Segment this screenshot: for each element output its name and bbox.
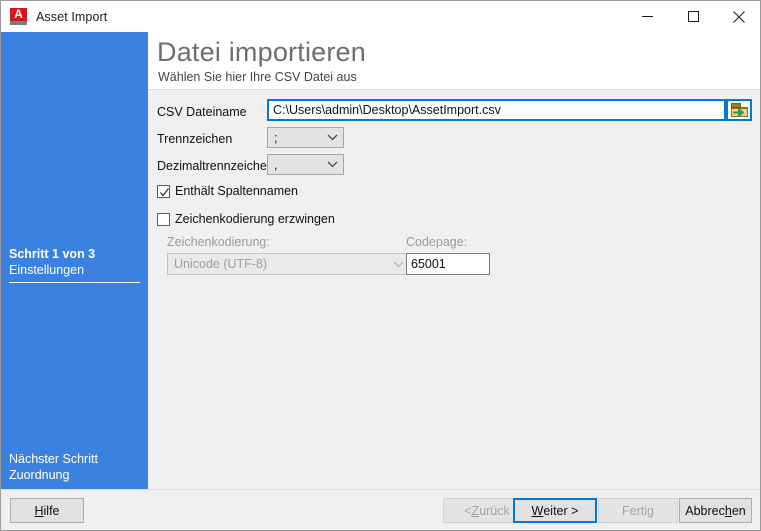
- separator-value: ;: [274, 130, 278, 145]
- chevron-down-icon: [321, 161, 343, 168]
- cancel-button[interactable]: Abbrec h en: [679, 498, 752, 523]
- maximize-button[interactable]: [670, 1, 716, 32]
- separator-label: Trennzeichen: [157, 132, 233, 146]
- minimize-button[interactable]: [624, 1, 670, 32]
- close-icon: [733, 10, 745, 23]
- current-step-number: Schritt 1 von 3: [9, 247, 96, 261]
- next-step-caption: Nächster Schritt: [9, 452, 98, 466]
- encoding-select[interactable]: Unicode (UTF-8): [167, 253, 410, 275]
- next-accel: W: [531, 503, 544, 518]
- codepage-label: Codepage:: [406, 235, 468, 249]
- checkbox-box-checked: [157, 184, 170, 198]
- finish-button[interactable]: Fertig: [598, 498, 678, 523]
- cancel-label-before: Abbrec: [685, 503, 725, 518]
- encoding-label: Zeichenkodierung:: [167, 235, 270, 249]
- force-encoding-label: Zeichenkodierung erzwingen: [175, 212, 335, 226]
- autocad-logo-icon: A: [10, 7, 27, 25]
- help-accel: H: [34, 503, 44, 518]
- title-bar: A Asset Import: [1, 1, 760, 32]
- page-title: Datei importieren: [157, 37, 366, 67]
- settings-panel: CSV Dateiname Trennzeichen ; Dezimaltren…: [148, 90, 760, 489]
- next-label-after: eiter >: [543, 503, 579, 518]
- separator-select[interactable]: ;: [267, 127, 344, 148]
- force-encoding-checkbox[interactable]: Zeichenkodierung erzwingen: [157, 212, 335, 226]
- sidebar-divider: [9, 282, 140, 283]
- help-label-after: ilfe: [43, 503, 60, 518]
- wizard-footer: Hilfe < Zurück Weiter > Fertig Abbrec h en: [1, 489, 760, 530]
- current-step-name: Einstellungen: [9, 263, 85, 277]
- decimal-separator-label: Dezimaltrennzeichen: [157, 159, 274, 173]
- chevron-down-icon: [321, 134, 343, 141]
- asset-import-window: A Asset Import Schritt 1 von 3 Einstellu…: [0, 0, 761, 531]
- next-step-block: Nächster Schritt Zuordnung: [9, 451, 140, 483]
- minimize-icon: [641, 16, 653, 17]
- page-subtitle: Wählen Sie hier Ihre CSV Datei aus: [158, 70, 357, 84]
- finish-label-before: Fertig: [622, 503, 654, 518]
- csv-filename-label: CSV Dateiname: [157, 105, 247, 119]
- checkbox-box-unchecked: [157, 212, 170, 226]
- cancel-label-after: en: [731, 503, 746, 518]
- codepage-input[interactable]: [406, 253, 490, 275]
- decimal-separator-value: ,: [274, 157, 278, 172]
- wizard-sidebar: Schritt 1 von 3 Einstellungen Nächster S…: [1, 32, 148, 489]
- back-label-after: urück: [479, 503, 510, 518]
- logo-letter: A: [14, 7, 23, 21]
- decimal-separator-select[interactable]: ,: [267, 154, 344, 175]
- back-accel: Z: [471, 503, 480, 518]
- close-button[interactable]: [716, 1, 760, 32]
- next-button[interactable]: Weiter >: [513, 498, 597, 523]
- maximize-icon: [687, 11, 699, 22]
- has-column-names-label: Enthält Spaltennamen: [175, 184, 299, 198]
- folder-import-icon: [730, 102, 748, 117]
- encoding-value: Unicode (UTF-8): [174, 257, 268, 271]
- page-header: Datei importieren Wählen Sie hier Ihre C…: [148, 32, 760, 89]
- window-controls: [624, 1, 760, 32]
- window-title: Asset Import: [36, 9, 108, 24]
- current-step-block: Schritt 1 von 3 Einstellungen: [9, 246, 140, 278]
- csv-filename-input[interactable]: [267, 99, 726, 121]
- back-label-before: <: [464, 503, 472, 518]
- browse-file-button[interactable]: [726, 99, 752, 121]
- help-button[interactable]: Hilfe: [10, 498, 84, 523]
- cancel-accel: h: [724, 503, 732, 518]
- has-column-names-checkbox[interactable]: Enthält Spaltennamen: [157, 184, 298, 198]
- next-step-name: Zuordnung: [9, 468, 70, 482]
- checkmark-icon: [160, 187, 169, 196]
